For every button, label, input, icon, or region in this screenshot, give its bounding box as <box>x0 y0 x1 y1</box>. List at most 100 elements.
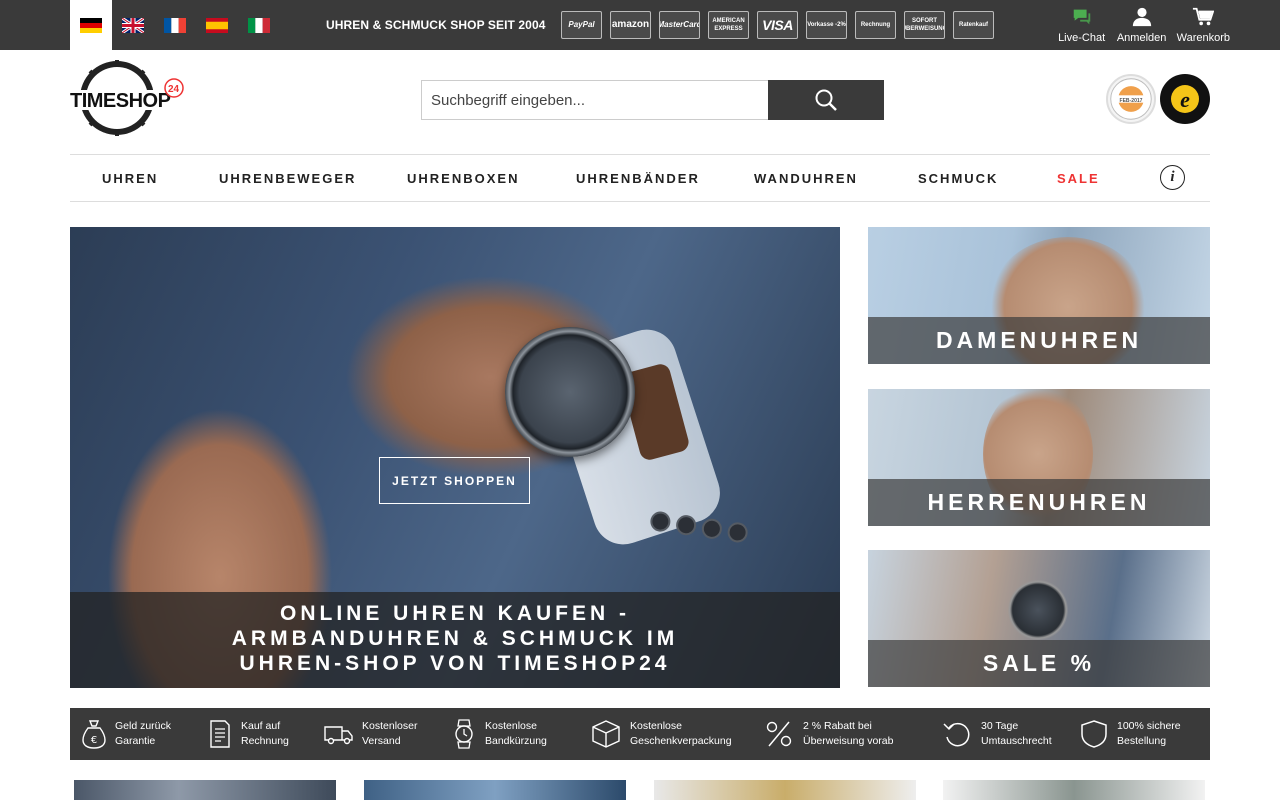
svg-text:€: € <box>91 735 97 746</box>
hero-caption-line1: ONLINE UHREN KAUFEN - <box>280 602 630 625</box>
usp-line2: Garantie <box>115 735 156 747</box>
login-button[interactable]: Anmelden <box>1117 6 1167 44</box>
usp-return: 30 Tage Umtauschrecht <box>942 708 1052 760</box>
search-button[interactable] <box>768 80 884 120</box>
usp-line1: Kostenloser <box>362 720 418 732</box>
watch-icon <box>455 719 473 749</box>
usp-gift-wrap: Kostenlose Geschenkverpackung <box>591 708 732 760</box>
trust-seals: FEB-2017 e <box>1106 74 1210 124</box>
flag-germany-icon <box>80 17 102 33</box>
search-input[interactable] <box>421 80 768 120</box>
security-seal[interactable]: FEB-2017 <box>1106 74 1156 124</box>
installment-icon: Ratenkauf <box>953 11 994 39</box>
language-en[interactable] <box>112 0 154 50</box>
nav-item-schmuck[interactable]: SCHMUCK <box>918 155 998 203</box>
top-actions: Live-Chat Anmelden Warenkorb <box>1057 6 1230 44</box>
nav-item-sale[interactable]: SALE <box>1057 155 1100 203</box>
percent-icon <box>766 721 792 747</box>
usp-line1: Kauf auf <box>241 720 281 732</box>
logo-badge-text: 24 <box>168 84 180 95</box>
usp-line1: 100% sichere <box>1117 720 1181 732</box>
trusted-shops-text: e <box>1180 87 1190 112</box>
usp-line2: Geschenkverpackung <box>630 735 732 747</box>
usp-line2: Überweisung vorab <box>803 735 894 747</box>
tile-herrenuhren-label: HERRENUHREN <box>868 479 1210 526</box>
nav-item-wanduhren[interactable]: WANDUHREN <box>754 155 858 203</box>
usp-line2: Bandkürzung <box>485 735 547 747</box>
hero-watch-image <box>505 327 635 457</box>
usp-line1: 2 % Rabatt bei <box>803 720 872 732</box>
language-fr[interactable] <box>154 0 196 50</box>
tile-sale-label: SALE % <box>868 640 1210 687</box>
usp-shipping: Kostenloser Versand <box>324 708 417 760</box>
trusted-shops-icon: e <box>1161 75 1209 123</box>
tile-sale[interactable]: SALE % <box>868 550 1210 687</box>
usp-line2: Umtauschrecht <box>981 735 1052 747</box>
usp-line2: Rechnung <box>241 735 289 747</box>
timeshop-logo-icon: TIMESHOP 24 <box>70 60 184 136</box>
payment-methods: PayPal amazon MasterCard AMERICAN EXPRES… <box>561 11 994 39</box>
product-card[interactable] <box>943 780 1205 800</box>
invoice-payment-icon: Rechnung <box>855 11 896 39</box>
usp-discount: 2 % Rabatt bei Überweisung vorab <box>764 708 893 760</box>
usp-secure: 100% sichere Bestellung <box>1080 708 1181 760</box>
main-nav: UHREN UHRENBEWEGER UHRENBOXEN UHRENBÄNDE… <box>70 154 1210 202</box>
search-icon <box>815 89 837 111</box>
tile-herrenuhren[interactable]: HERRENUHREN <box>868 389 1210 526</box>
box-icon <box>592 720 620 748</box>
cart-icon <box>1193 7 1215 26</box>
usp-line1: Geld zurück <box>115 720 172 732</box>
tile-damenuhren-label: DAMENUHREN <box>868 317 1210 364</box>
chat-bubble-icon <box>1073 9 1090 25</box>
prepayment-icon: Vorkasse -2% <box>806 11 847 39</box>
hero-caption-line2: ARMBANDUHREN & SCHMUCK IM <box>231 627 679 650</box>
site-logo[interactable]: TIMESHOP 24 <box>70 60 186 140</box>
amex-icon: AMERICAN EXPRESS <box>708 11 749 39</box>
language-es[interactable] <box>196 0 238 50</box>
nav-item-uhrenbeweger[interactable]: UHRENBEWEGER <box>219 155 356 203</box>
nav-item-uhrenbaender[interactable]: UHRENBÄNDER <box>576 155 700 203</box>
info-button[interactable]: i <box>1160 165 1185 190</box>
login-label: Anmelden <box>1116 32 1167 44</box>
cart-button[interactable]: Warenkorb <box>1177 6 1230 44</box>
language-de[interactable] <box>70 0 112 50</box>
usp-line2: Bestellung <box>1117 735 1167 747</box>
info-icon: i <box>1170 169 1175 185</box>
usp-line1: Kostenlose <box>485 720 537 732</box>
language-it[interactable] <box>238 0 280 50</box>
invoice-icon <box>210 720 230 748</box>
hero-caption: ONLINE UHREN KAUFEN - ARMBANDUHREN & SCH… <box>70 592 840 688</box>
search-bar <box>421 80 884 120</box>
usp-line1: 30 Tage <box>981 720 1019 732</box>
tile-damenuhren[interactable]: DAMENUHREN <box>868 227 1210 364</box>
product-card[interactable] <box>364 780 626 800</box>
usp-band-shortening: Kostenlose Bandkürzung <box>452 708 547 760</box>
usp-invoice: Kauf auf Rechnung <box>208 708 289 760</box>
live-chat-button[interactable]: Live-Chat <box>1057 6 1107 44</box>
product-card[interactable] <box>654 780 916 800</box>
paypal-icon: PayPal <box>561 11 602 39</box>
nav-item-uhrenboxen[interactable]: UHRENBOXEN <box>407 155 519 203</box>
trusted-shops-seal[interactable]: e <box>1160 74 1210 124</box>
tile-watch-image <box>1008 580 1068 640</box>
top-bar: UHREN & SCHMUCK SHOP SEIT 2004 PayPal am… <box>0 0 1280 50</box>
cart-label: Warenkorb <box>1176 32 1230 44</box>
logo-text: TIMESHOP <box>70 90 171 112</box>
shop-now-button[interactable]: JETZT SHOPPEN <box>379 457 530 504</box>
nav-item-uhren[interactable]: UHREN <box>102 155 158 203</box>
shop-slogan: UHREN & SCHMUCK SHOP SEIT 2004 <box>326 18 546 32</box>
hero-banner[interactable]: JETZT SHOPPEN ONLINE UHREN KAUFEN - ARMB… <box>70 227 840 688</box>
amazon-pay-icon: amazon <box>610 11 651 39</box>
product-card[interactable] <box>74 780 336 800</box>
user-icon <box>1132 7 1151 27</box>
security-seal-icon: FEB-2017 <box>1110 78 1152 120</box>
hero-caption-line3: UHREN-SHOP VON TIMESHOP24 <box>239 652 671 675</box>
flag-spain-icon <box>206 17 228 33</box>
language-switcher <box>70 0 280 50</box>
mastercard-icon: MasterCard <box>659 11 700 39</box>
flag-italy-icon <box>248 17 270 33</box>
return-icon <box>943 722 970 747</box>
flag-france-icon <box>164 17 186 33</box>
usp-money-back: € Geld zurück Garantie <box>82 708 171 760</box>
money-bag-icon: € <box>82 720 106 749</box>
